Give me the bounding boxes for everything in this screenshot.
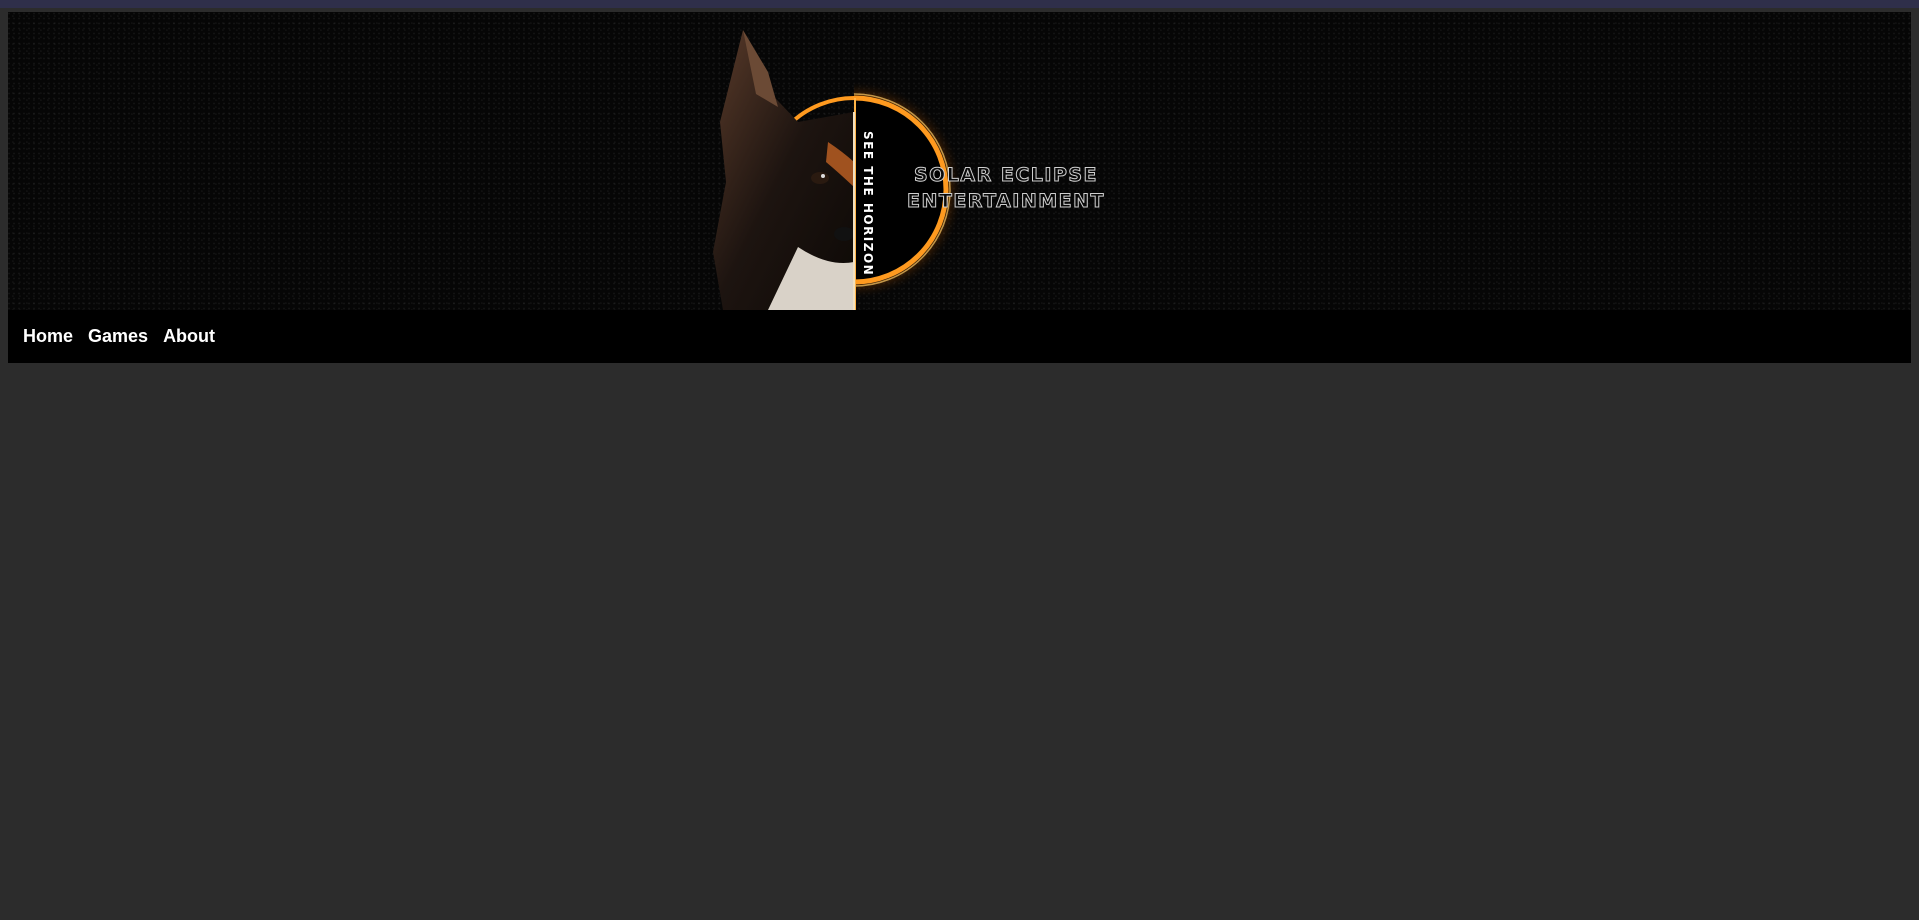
- header-banner: SEE THE HORIZON SOLAR ECLIPSE ENTERTAINM…: [8, 12, 1911, 310]
- site-header: SEE THE HORIZON SOLAR ECLIPSE ENTERTAINM…: [8, 12, 1911, 363]
- nav-link-home[interactable]: Home: [23, 326, 73, 347]
- eclipse-dog-banner-image: [713, 30, 964, 310]
- brand-logo-text: SOLAR ECLIPSE ENTERTAINMENT: [876, 162, 1136, 214]
- brand-line-1: SOLAR ECLIPSE: [913, 164, 1099, 187]
- nav-link-games[interactable]: Games: [88, 326, 148, 347]
- nav-link-about[interactable]: About: [163, 326, 215, 347]
- brand-line-2: ENTERTAINMENT: [906, 190, 1105, 213]
- top-strip: [0, 0, 1919, 8]
- main-navigation: Home Games About: [8, 310, 1911, 363]
